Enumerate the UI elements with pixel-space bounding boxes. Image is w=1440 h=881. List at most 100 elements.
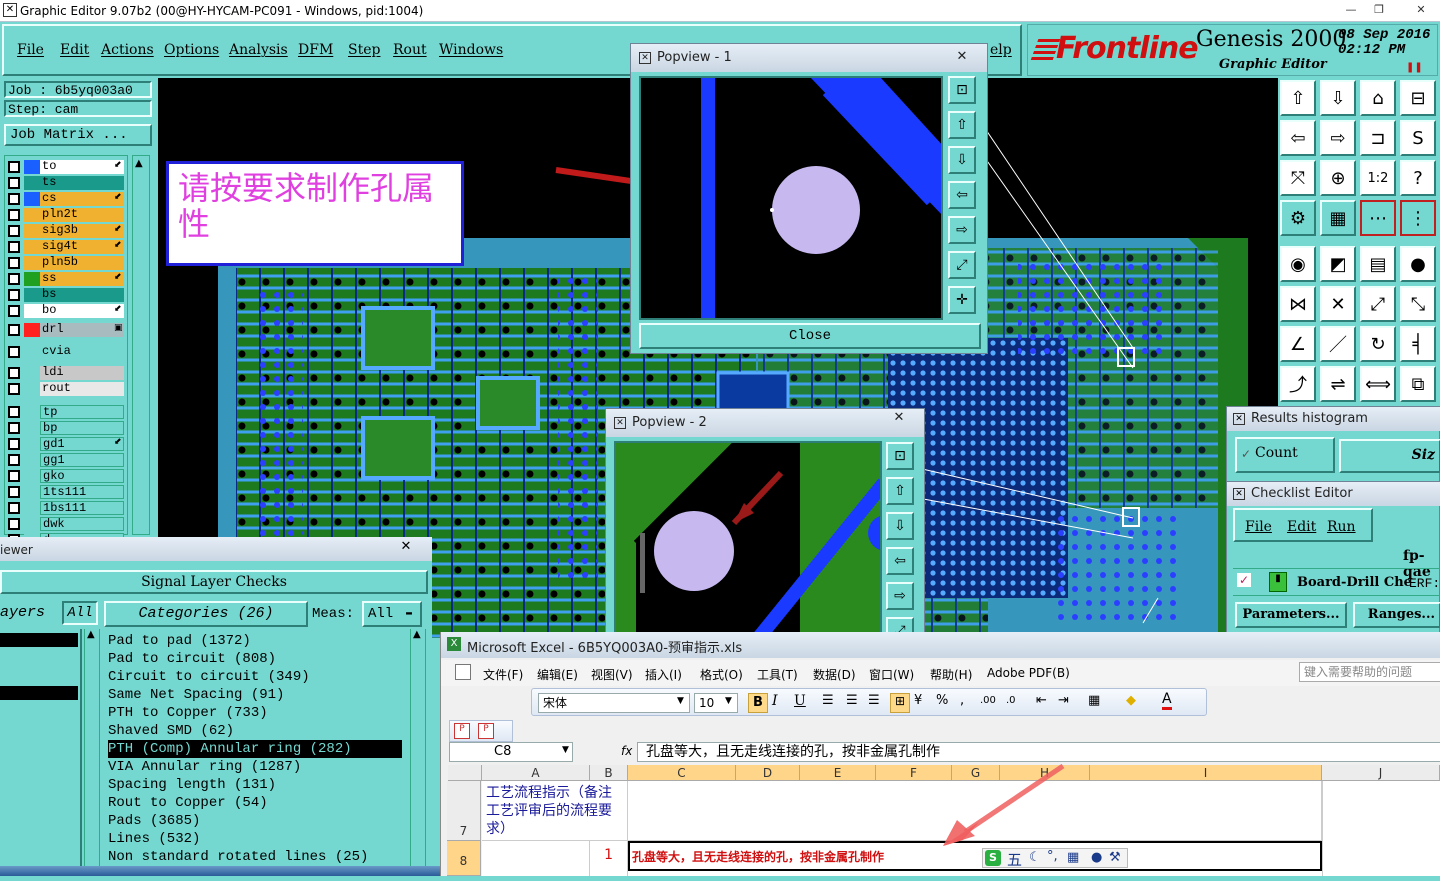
arc-add-icon[interactable]: ⤡ — [1400, 286, 1436, 322]
layers-tab[interactable]: ayers — [0, 604, 45, 621]
slash-icon[interactable]: ／ — [1320, 326, 1356, 362]
group-icon[interactable]: ⧉ — [1400, 366, 1436, 402]
align-right-icon[interactable]: ☰ — [868, 693, 880, 708]
layer-scrollbar[interactable]: ▲ — [132, 155, 150, 535]
layer-checkbox[interactable] — [8, 383, 20, 395]
split-icon[interactable]: ╡ — [1400, 326, 1436, 362]
center-icon[interactable]: ✛ — [948, 286, 976, 314]
size-select[interactable]: 10 ▼ — [694, 693, 738, 713]
layer-checkbox[interactable] — [8, 225, 20, 237]
percent-icon[interactable]: % — [936, 693, 948, 708]
bold-icon[interactable]: B — [748, 693, 768, 713]
row-header[interactable]: 7 — [447, 781, 481, 841]
category-item[interactable]: Circuit to circuit (349) — [108, 668, 408, 686]
layer-checkbox[interactable] — [8, 209, 20, 221]
cell-a8[interactable] — [482, 841, 590, 876]
resize-icon[interactable]: ⟺ — [1360, 366, 1396, 402]
excel-menu-insert[interactable]: 插入(I) — [645, 666, 682, 683]
column-header[interactable]: J — [1322, 765, 1440, 781]
excel-menu-data[interactable]: 数据(D) — [813, 666, 856, 683]
layer-row[interactable]: drl ▣ — [6, 323, 124, 337]
scale-icon[interactable]: 1:2 — [1360, 160, 1396, 196]
layer-row[interactable]: bp — [6, 421, 124, 435]
popview-2-view[interactable] — [614, 441, 882, 639]
column-header[interactable]: B — [590, 765, 628, 781]
checklist-menu-run[interactable]: Run — [1327, 519, 1356, 535]
scroll-up-icon[interactable]: ▲ — [413, 629, 421, 640]
layer-row[interactable]: bo ⬋ — [6, 304, 124, 318]
zoom-in-icon[interactable]: ⇧ — [886, 477, 914, 505]
layer-row[interactable]: gko — [6, 469, 124, 483]
align-center-icon[interactable]: ☰ — [846, 693, 858, 708]
checklist-item-row[interactable]: ✓ ▮ Board-Drill Che ERF: — [1233, 568, 1440, 596]
punctuation-icon[interactable]: °, — [1047, 849, 1058, 864]
menu-actions[interactable]: Actions — [101, 42, 154, 58]
layers-all-button[interactable]: All — [62, 601, 98, 625]
borders-icon[interactable]: ▦ — [1088, 693, 1100, 708]
increase-indent-icon[interactable]: ⇥ — [1058, 693, 1069, 708]
parameters-button[interactable]: Parameters... — [1235, 602, 1347, 628]
popview-1-close-icon[interactable]: ✕ — [943, 48, 981, 66]
popview-1-view[interactable] — [639, 76, 943, 320]
scroll-up-icon[interactable]: ▲ — [87, 629, 95, 640]
checklist-menu-file[interactable]: File — [1245, 519, 1272, 535]
column-header[interactable]: E — [800, 765, 876, 781]
layer-checkbox[interactable] — [8, 193, 20, 205]
category-item[interactable]: Non standard rotated lines (25) — [108, 848, 408, 866]
layer-checkbox[interactable] — [8, 177, 20, 189]
layer-checkbox[interactable] — [8, 438, 20, 450]
polarity-icon[interactable]: ◩ — [1320, 246, 1356, 282]
layer-row[interactable]: 1bs111 — [6, 501, 124, 515]
help-search-input[interactable]: 键入需要帮助的问题 — [1299, 662, 1440, 682]
category-item[interactable]: PTH (Comp) Annular ring (282) — [108, 740, 402, 758]
layer-row[interactable]: 1ts111 — [6, 485, 124, 499]
cell-b8[interactable]: 1 — [590, 841, 628, 876]
pdf-icon[interactable]: P — [454, 723, 470, 739]
layers-listbox[interactable] — [0, 629, 82, 876]
excel-menu-format[interactable]: 格式(O) — [700, 666, 743, 683]
ruler-icon[interactable]: ▤ — [1360, 246, 1396, 282]
layer-row[interactable]: ldi — [6, 366, 124, 380]
viewer-close-icon[interactable]: ✕ — [388, 539, 424, 557]
category-item[interactable]: Pads (3685) — [108, 812, 408, 830]
font-color-icon[interactable]: A — [1162, 691, 1172, 710]
meas-select[interactable]: All ▬ — [362, 601, 422, 627]
popview-2-close-icon[interactable]: ✕ — [880, 409, 918, 427]
redraw-icon[interactable]: S — [1400, 120, 1436, 156]
pan-right-icon[interactable]: ⇨ — [886, 582, 914, 610]
excel-menu-edit[interactable]: 编辑(E) — [537, 666, 578, 683]
layer-list-row[interactable] — [0, 686, 78, 700]
layer-checkbox[interactable] — [8, 324, 20, 336]
column-header[interactable]: I — [1090, 765, 1322, 781]
pan-left-icon[interactable]: ⇦ — [1280, 120, 1316, 156]
layer-row[interactable]: tp — [6, 405, 124, 419]
fit-icon[interactable]: ⊡ — [886, 442, 914, 470]
italic-icon[interactable]: I — [772, 693, 778, 709]
menu-file[interactable]: File — [17, 42, 44, 58]
menu-help[interactable]: elp — [990, 42, 1012, 58]
layer-checkbox[interactable] — [8, 257, 20, 269]
menu-analysis[interactable]: Analysis — [229, 42, 288, 58]
layer-checkbox[interactable] — [8, 241, 20, 253]
excel-menu-adobe[interactable]: Adobe PDF(B) — [987, 666, 1070, 680]
zoom-in-icon[interactable]: ⇧ — [948, 111, 976, 139]
decrease-indent-icon[interactable]: ⇤ — [1036, 693, 1047, 708]
angle-icon[interactable]: ∠ — [1280, 326, 1316, 362]
pan-right-icon[interactable]: ⇨ — [948, 216, 976, 244]
category-item[interactable]: Spacing length (131) — [108, 776, 408, 794]
category-item[interactable]: VIA Annular ring (1287) — [108, 758, 408, 776]
layer-checkbox[interactable] — [8, 422, 20, 434]
name-box[interactable]: C8 ▼ — [449, 742, 573, 762]
moon-icon[interactable]: ☾ — [1029, 850, 1041, 865]
help-icon[interactable]: ? — [1400, 160, 1436, 196]
home-icon[interactable]: ⌂ — [1360, 80, 1396, 116]
layer-checkbox[interactable] — [8, 273, 20, 285]
scroll-up-icon[interactable]: ▲ — [135, 158, 143, 169]
fill-color-icon[interactable]: ◆ — [1126, 693, 1136, 708]
categories-scrollbar[interactable]: ▲ — [410, 629, 426, 876]
category-item[interactable]: PTH to Copper (733) — [108, 704, 408, 722]
move-up-icon[interactable]: ⇧ — [1280, 80, 1316, 116]
size-button[interactable]: Siz — [1339, 439, 1440, 473]
layer-row[interactable]: gd1 ⬋ — [6, 437, 124, 451]
layer-checkbox[interactable] — [8, 502, 20, 514]
